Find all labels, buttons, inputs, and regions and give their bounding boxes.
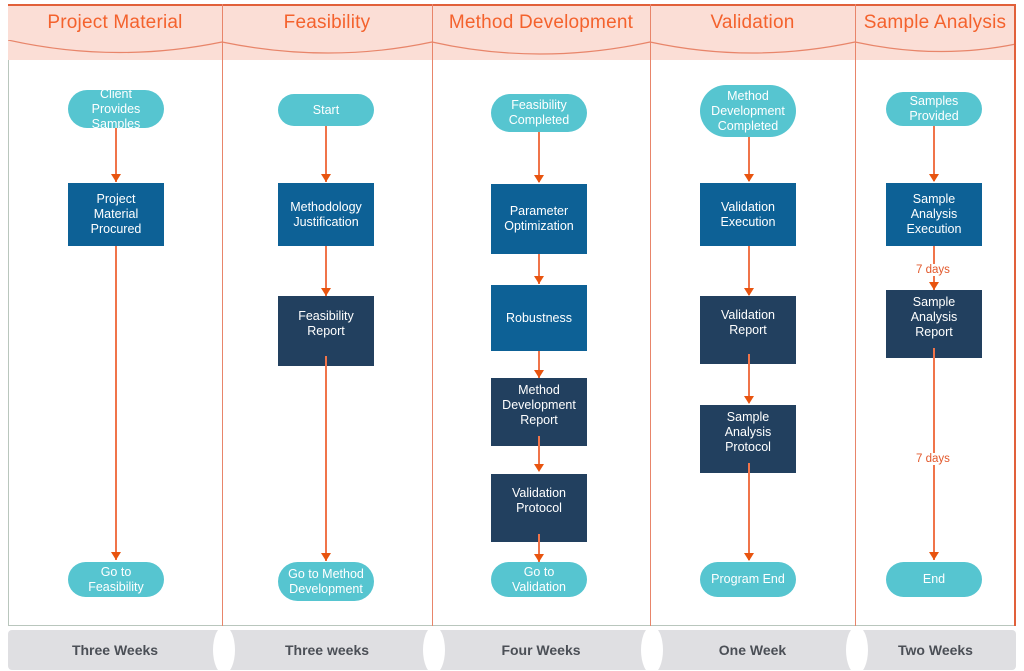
edge-label-7-days-2: 7 days (913, 453, 953, 465)
lane-title-feasibility: Feasibility (283, 12, 371, 33)
footer-duration-project-material: Three Weeks (8, 630, 222, 670)
arrowhead-md-1 (534, 175, 544, 183)
footer-duration-sample-analysis: Two Weeks (855, 630, 1016, 670)
swimlane-flowchart: Project Material Feasibility Method Deve… (0, 0, 1024, 671)
connector-pm-2 (115, 246, 117, 560)
lane-title-sample-analysis: Sample Analysis (863, 12, 1007, 33)
arrowhead-md-2 (534, 276, 544, 284)
connector-va-3 (748, 354, 750, 402)
node-go-to-method-development[interactable]: Go to Method Development (278, 562, 374, 601)
lane-title-project-material: Project Material (47, 12, 183, 33)
lane-separator-4 (855, 4, 856, 626)
arrowhead-pm-2 (111, 552, 121, 560)
node-samples-provided[interactable]: Samples Provided (886, 92, 982, 126)
node-parameter-optimization[interactable]: Parameter Optimization (491, 184, 587, 254)
connector-sa-1 (933, 126, 935, 181)
arrowhead-md-4 (534, 464, 544, 472)
node-validation-protocol[interactable]: Validation Protocol (491, 474, 587, 542)
arrowhead-va-2 (744, 288, 754, 296)
node-client-provides-samples[interactable]: Client Provides Samples (68, 87, 164, 131)
arrowhead-fe-1 (321, 174, 331, 182)
arrowhead-sa-3 (929, 552, 939, 560)
arrowhead-va-1 (744, 174, 754, 182)
lane-duration-footer: Three Weeks Three weeks Four Weeks One W… (8, 626, 1016, 671)
arrowhead-md-5 (534, 554, 544, 562)
footer-duration-feasibility: Three weeks (222, 630, 432, 670)
footer-notch-4 (846, 626, 868, 671)
arrowhead-fe-2 (321, 288, 331, 296)
footer-notch-2 (423, 626, 445, 671)
lane-separator-1 (222, 4, 223, 626)
arrowhead-va-3 (744, 396, 754, 404)
arrowhead-sa-2 (929, 282, 939, 290)
connector-fe-3 (325, 356, 327, 561)
node-go-to-validation[interactable]: Go to Validation (491, 562, 587, 597)
diagram-right-edge (1014, 4, 1016, 626)
node-sample-analysis-execution[interactable]: Sample Analysis Execution (886, 183, 982, 246)
node-program-end[interactable]: Program End (700, 562, 796, 597)
node-end[interactable]: End (886, 562, 982, 597)
arrowhead-sa-1 (929, 174, 939, 182)
connector-va-4 (748, 463, 750, 560)
footer-notch-1 (213, 626, 235, 671)
arrowhead-md-3 (534, 370, 544, 378)
lane-separator-3 (650, 4, 651, 626)
arrowhead-pm-1 (111, 174, 121, 182)
node-feasibility-completed[interactable]: Feasibility Completed (491, 94, 587, 132)
footer-duration-validation: One Week (650, 630, 855, 670)
lane-title-method-development: Method Development (448, 12, 634, 33)
lane-title-validation: Validation (710, 12, 795, 33)
arrowhead-fe-3 (321, 553, 331, 561)
node-start[interactable]: Start (278, 94, 374, 126)
arrowhead-va-4 (744, 553, 754, 561)
node-go-to-feasibility[interactable]: Go to Feasibility (68, 562, 164, 597)
node-project-material-procured[interactable]: Project Material Procured (68, 183, 164, 246)
footer-notch-3 (641, 626, 663, 671)
node-methodology-justification[interactable]: Methodology Justification (278, 183, 374, 246)
node-validation-execution[interactable]: Validation Execution (700, 183, 796, 246)
lane-separator-2 (432, 4, 433, 626)
node-method-development-completed[interactable]: Method Development Completed (700, 85, 796, 137)
footer-duration-method-development: Four Weeks (432, 630, 650, 670)
edge-label-7-days-1: 7 days (913, 264, 953, 276)
node-robustness[interactable]: Robustness (491, 285, 587, 351)
